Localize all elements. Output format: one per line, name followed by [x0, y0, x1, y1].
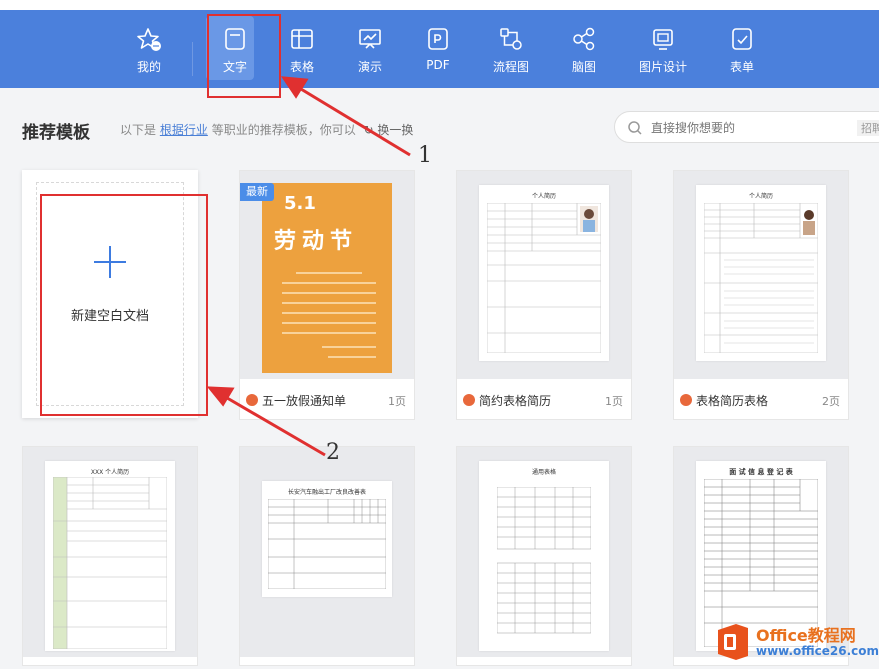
annotation-number-2: 2	[326, 440, 340, 465]
annotation-number-1: 1	[418, 143, 432, 168]
watermark: Office教程网 www.office26.com	[716, 618, 879, 666]
watermark-url: www.office26.com	[756, 644, 879, 658]
annotation-arrows	[206, 76, 411, 457]
new-badge: 最新	[240, 183, 274, 201]
office-logo-icon	[718, 624, 748, 660]
watermark-title: Office教程网	[756, 626, 856, 645]
